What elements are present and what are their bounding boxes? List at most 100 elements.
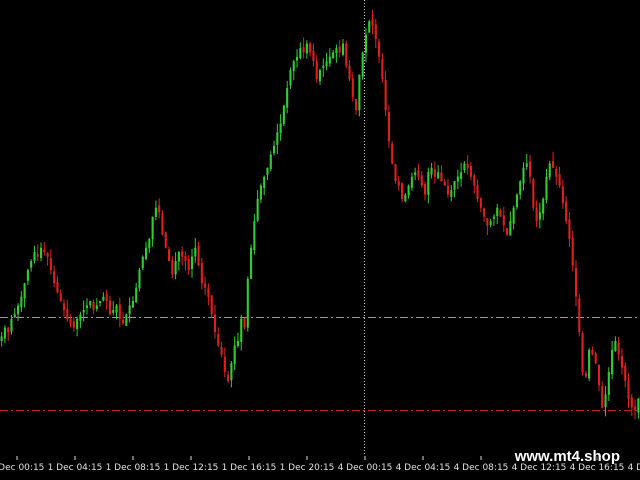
candle-body (59, 293, 62, 302)
candle-body (338, 46, 341, 53)
watermark: www.mt4.shop (514, 448, 620, 465)
candle-body (522, 167, 525, 184)
candle-body (190, 256, 194, 269)
candle-body (171, 260, 174, 275)
candle-body (571, 237, 574, 266)
candle-body (167, 249, 171, 262)
candle-body (56, 281, 59, 293)
candle-body (76, 318, 79, 329)
candle-body (259, 185, 262, 200)
candles-layer (0, 9, 640, 420)
candle-body (558, 174, 561, 186)
candle-body (611, 349, 614, 374)
candle-body (0, 336, 3, 341)
candle-body (368, 21, 371, 33)
candle-body (588, 349, 591, 379)
candle-body (36, 253, 39, 257)
candle-body (217, 333, 220, 346)
candle-body (102, 296, 105, 301)
candle-body (10, 318, 13, 332)
candle-body (273, 145, 276, 154)
candle-body (515, 194, 518, 208)
candle-body (118, 304, 121, 319)
candle-body (236, 341, 239, 346)
candle-body (105, 293, 108, 302)
candle-body (529, 161, 532, 177)
candle-body (581, 332, 584, 373)
candle-body (479, 198, 482, 208)
candle-body (135, 287, 138, 303)
candle-body (295, 56, 299, 61)
candle-body (318, 70, 322, 82)
candle-body (112, 309, 115, 313)
candle-body (62, 303, 66, 310)
candle-body (545, 176, 548, 201)
candle-body (30, 261, 33, 268)
candle-body (601, 386, 604, 408)
candle-body (148, 238, 151, 249)
candle-body (99, 301, 102, 304)
candle-body (591, 349, 594, 355)
candle-body (414, 172, 417, 176)
candle-body (20, 296, 23, 308)
candle-body (145, 247, 148, 260)
candle-body (371, 19, 374, 26)
candle-body (246, 278, 249, 328)
candle-body (128, 305, 131, 315)
candle-body (551, 161, 555, 168)
candle-body (220, 347, 223, 355)
candle-body (364, 34, 367, 53)
candle-body (355, 98, 358, 111)
candle-body (450, 190, 453, 197)
candle-body (66, 309, 69, 319)
candle-body (443, 181, 446, 186)
candle-body (486, 218, 489, 226)
candle-body (584, 373, 587, 377)
candle-body (614, 341, 617, 352)
candle-body (404, 194, 407, 202)
candle-body (210, 295, 213, 315)
candle-body (548, 163, 551, 178)
candle-body (440, 172, 443, 182)
candle-body (49, 258, 52, 270)
candle-body (141, 256, 144, 269)
candle-body (92, 301, 95, 310)
levels-layer (0, 317, 640, 411)
candle-body (496, 207, 499, 216)
candle-body (394, 164, 397, 182)
candle-body (568, 219, 571, 239)
candle-body (627, 380, 630, 399)
candle-body (85, 305, 89, 308)
candle-body (312, 50, 315, 62)
candle-body (256, 198, 259, 221)
candle-body (177, 252, 180, 262)
time-axis-label: 1 Dec 16:15 (222, 463, 277, 473)
time-axis-label: 4 Dec 08:15 (454, 463, 509, 473)
price-chart[interactable]: 1 Dec 00:151 Dec 04:151 Dec 08:151 Dec 1… (0, 0, 640, 480)
candle-body (391, 143, 394, 164)
candle-body (532, 179, 535, 208)
candle-body (46, 252, 49, 257)
candle-body (348, 65, 351, 80)
candle-body (420, 175, 423, 186)
candle-body (460, 172, 463, 179)
candle-body (407, 185, 410, 196)
candle-body (489, 221, 492, 225)
chart-canvas[interactable]: 1 Dec 00:151 Dec 04:151 Dec 08:151 Dec 1… (0, 0, 640, 480)
candle-body (401, 183, 404, 199)
candle-body (410, 176, 413, 188)
candle-body (7, 327, 10, 333)
candle-body (332, 52, 335, 59)
candle-body (213, 314, 217, 333)
candle-body (269, 154, 272, 170)
candle-body (82, 309, 85, 313)
time-axis-label: 1 Dec 04:15 (48, 463, 103, 473)
candle-body (361, 52, 364, 77)
candle-body (233, 345, 236, 365)
candle-body (115, 305, 118, 313)
candle-body (282, 105, 285, 124)
candle-body (138, 269, 141, 289)
candle-body (266, 167, 269, 175)
candle-body (456, 176, 459, 182)
candle-body (384, 80, 387, 111)
